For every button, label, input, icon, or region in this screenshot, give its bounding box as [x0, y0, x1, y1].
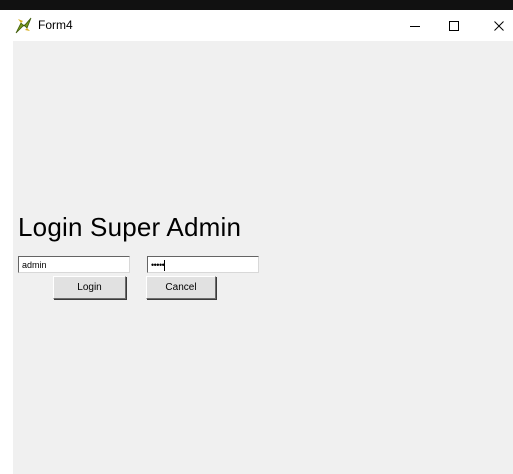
minimize-button[interactable] — [395, 10, 435, 41]
text-caret — [164, 260, 166, 272]
cancel-button[interactable]: Cancel — [146, 276, 216, 299]
screen-top-edge — [0, 0, 513, 10]
app-logo-icon — [15, 17, 33, 34]
page-title: Login Super Admin — [18, 212, 242, 242]
close-icon — [494, 20, 504, 31]
close-button[interactable] — [479, 10, 513, 41]
maximize-icon — [449, 20, 459, 31]
window-title: Form4 — [38, 18, 73, 32]
password-value: ••••• — [151, 260, 165, 270]
password-field[interactable]: ••••• — [147, 256, 259, 273]
minimize-icon — [410, 25, 420, 27]
title-bar[interactable]: Form4 — [13, 10, 513, 41]
form-window: Form4 Login Super Admin admin ••••• Logi… — [13, 10, 513, 474]
maximize-button[interactable] — [434, 10, 474, 41]
username-value: admin — [22, 260, 47, 270]
username-field[interactable]: admin — [18, 256, 130, 273]
login-button[interactable]: Login — [53, 276, 126, 299]
